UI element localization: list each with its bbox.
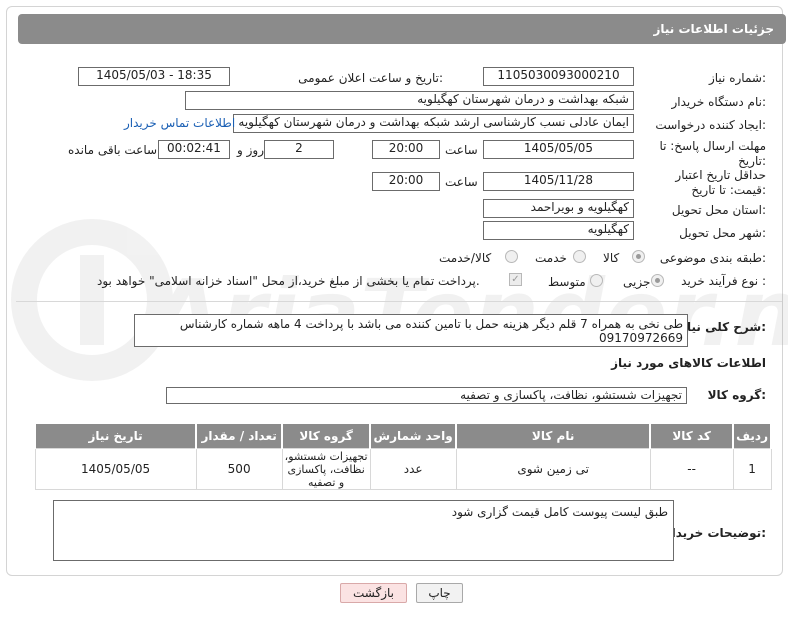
description-label: شرح کلی نیاز: [680,320,766,334]
province-label: استان محل تحویل: [671,203,766,217]
col-header-group: گروه کالا [281,424,372,449]
goods-table: ردیف کد کالا نام کالا واحد شمارش گروه کا… [33,424,772,490]
cell-name: تی زمین شوی [455,448,651,490]
buyer-org-field: شبکه بهداشت و درمان شهرستان کهگیلویه [185,91,634,110]
category-option-goods: کالا [603,251,620,265]
table-row: 1 -- تی زمین شوی عدد تجهیزات شستشو، نظاف… [34,448,772,490]
cell-group: تجهیزات شستشو، نظافت، پاکسازی و تصفیه [281,448,371,490]
days-label: روز و [237,143,264,157]
days-field: 2 [264,140,334,159]
remaining-label: ساعت باقی مانده [68,143,158,157]
deadline-date-field: 1405/05/05 [483,140,634,159]
goods-group-label: گروه کالا: [707,388,766,402]
goods-table-header: ردیف کد کالا نام کالا واحد شمارش گروه کا… [33,424,772,449]
print-button[interactable]: چاپ [416,583,463,603]
col-header-row: ردیف [732,424,772,449]
need-number-label: شماره نیاز: [708,71,766,85]
city-field: کهگیلویه [483,221,634,240]
back-button[interactable]: بازگشت [340,583,407,603]
cell-quantity: 500 [195,448,283,490]
buyer-org-label: نام دستگاه خریدار: [671,95,767,109]
category-radio-service[interactable] [573,250,586,263]
category-radio-goods-service[interactable] [505,250,518,263]
announce-label: تاریخ و ساعت اعلان عمومی: [298,71,443,85]
validity-date-field: 1405/11/28 [483,172,634,191]
payment-note: پرداخت تمام یا بخشی از مبلغ خرید،از محل … [97,274,480,288]
deadline-label: مهلت ارسال پاسخ: تا تاریخ: [659,139,766,168]
cell-unit: عدد [369,448,457,490]
goods-group-field: تجهیزات شستشو، نظافت، پاکسازی و تصفیه [166,387,687,404]
creator-field: ایمان عادلی نسب کارشناسی ارشد شبکه بهداش… [233,114,634,133]
creator-label: ایجاد کننده درخواست: [655,118,766,132]
process-radio-medium[interactable] [590,274,603,287]
category-option-service: خدمت [535,251,567,265]
validity-label: حداقل تاریخ اعتبار قیمت: تا تاریخ: [675,168,766,197]
cell-row-number: 1 [732,448,772,490]
page-header: جزئیات اطلاعات نیاز [18,14,786,44]
page-title: جزئیات اطلاعات نیاز [653,22,774,36]
category-option-goods-service: کالا/خدمت [439,251,492,265]
payment-treasury-checkbox[interactable]: ✓ [509,273,522,286]
category-radio-goods[interactable] [632,250,645,263]
buyer-contact-link[interactable]: اطلاعات تماس خریدار [124,116,235,130]
category-label: طبقه بندی موضوعی: [659,251,766,265]
need-number-field: 1105030093000210 [483,67,634,86]
goods-section-title: اطلاعات کالاهای مورد نیاز [611,356,766,370]
deadline-time-label: ساعت [445,143,478,157]
province-field: کهگیلویه و بویراحمد [483,199,634,218]
process-option-minor: جزیی [623,275,651,289]
process-radio-minor[interactable] [651,274,664,287]
cell-need-date: 1405/05/05 [34,448,197,490]
buyer-notes-label: توضیحات خریدار: [664,526,766,540]
section-divider [16,301,782,302]
cell-code: -- [649,448,734,490]
col-header-unit: واحد شمارش [369,424,458,449]
validity-time-field: 20:00 [372,172,440,191]
col-header-name: نام کالا [455,424,652,449]
col-header-code: کد کالا [649,424,735,449]
buyer-notes-textarea[interactable]: طبق لیست پیوست کامل قیمت گزاری شود [53,500,674,561]
description-textarea[interactable]: طی نخی به همراه 7 قلم دیگر هزینه حمل با … [134,314,688,347]
process-option-medium: متوسط [548,275,586,289]
city-label: شهر محل تحویل: [679,226,766,240]
announce-field: 1405/05/03 - 18:35 [78,67,230,86]
process-label: نوع فرآیند خرید : [681,274,766,288]
deadline-time-field: 20:00 [372,140,440,159]
col-header-date: تاریخ نیاز [33,424,198,449]
remaining-time-field: 00:02:41 [158,140,230,159]
col-header-qty: تعداد / مقدار [195,424,284,449]
validity-time-label: ساعت [445,175,478,189]
